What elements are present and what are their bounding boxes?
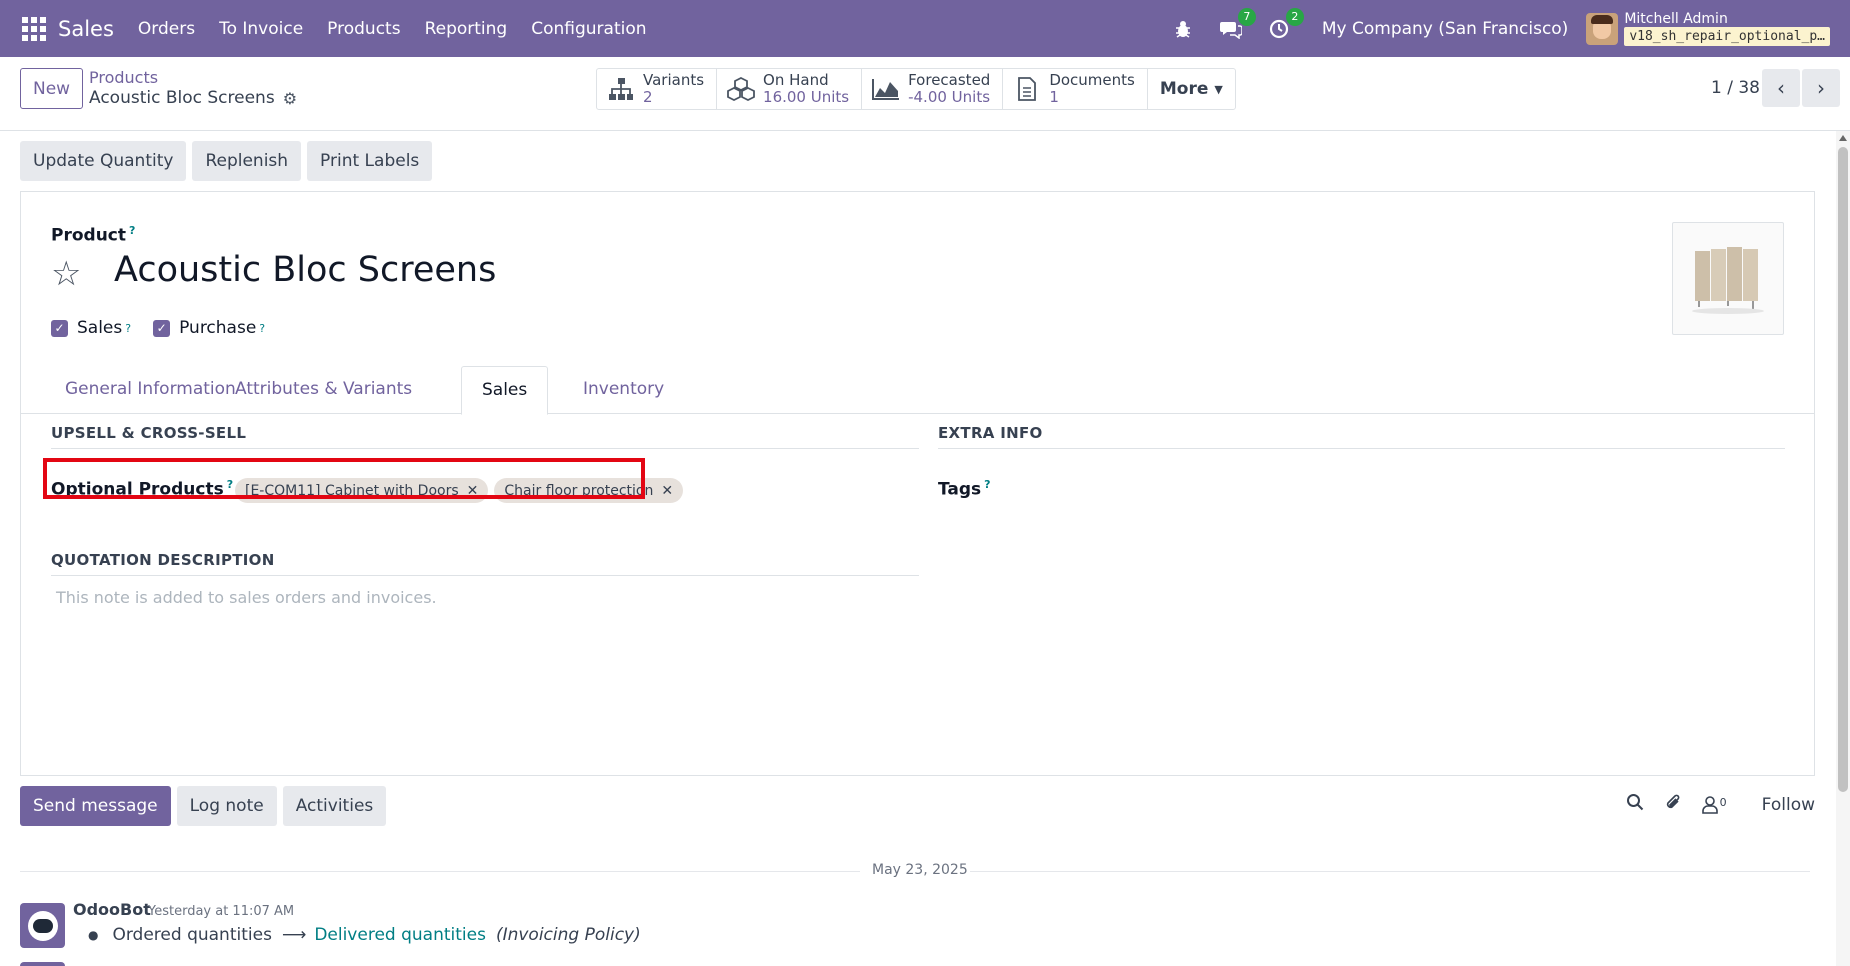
purchase-checkbox[interactable]: ✓ Purchase? xyxy=(153,318,265,338)
chevron-left-icon: ‹ xyxy=(1777,76,1785,100)
product-name-field[interactable]: Acoustic Bloc Screens xyxy=(114,250,496,290)
highlight-box xyxy=(43,458,645,499)
update-quantity-button[interactable]: Update Quantity xyxy=(20,141,187,181)
chatter-actions: Send message Log note Activities xyxy=(20,786,387,826)
followers-count: 0 xyxy=(1719,795,1727,809)
tab-inventory[interactable]: Inventory xyxy=(563,366,684,414)
odoobot-avatar[interactable] xyxy=(20,903,65,948)
product-label: Product? xyxy=(51,224,136,246)
pager-next-button[interactable]: › xyxy=(1802,69,1840,107)
old-value: Ordered quantities xyxy=(112,925,272,945)
user-menu[interactable]: Mitchell Admin v18_sh_repair_optional_p… xyxy=(1624,11,1830,46)
document-icon xyxy=(1013,76,1041,102)
forecasted-smart-button[interactable]: Forecasted -4.00 Units xyxy=(862,69,1004,109)
scroll-up-arrow[interactable] xyxy=(1839,135,1847,141)
top-navbar: Sales Orders To Invoice Products Reporti… xyxy=(0,0,1850,57)
variants-smart-button[interactable]: Variants 2 xyxy=(597,69,718,109)
form-sheet: Product? ☆ Acoustic Bloc Screens ✓ Sales… xyxy=(20,191,1815,776)
breadcrumb-products[interactable]: Products xyxy=(89,68,158,87)
company-switcher[interactable]: My Company (San Francisco) xyxy=(1322,19,1568,39)
next-message-avatar xyxy=(20,962,65,966)
gear-icon[interactable]: ⚙ xyxy=(283,89,297,108)
message-author[interactable]: OdooBot xyxy=(73,900,151,919)
help-icon: ? xyxy=(984,478,991,491)
help-icon: ? xyxy=(259,321,266,335)
new-button[interactable]: New xyxy=(20,68,84,109)
activity-clock-icon[interactable]: 2 xyxy=(1266,7,1304,42)
activity-badge: 2 xyxy=(1285,7,1304,26)
more-smart-buttons-dropdown[interactable]: More ▼ xyxy=(1148,69,1235,109)
help-icon: ? xyxy=(129,224,136,237)
replenish-button[interactable]: Replenish xyxy=(192,141,302,181)
header-actions: Update Quantity Replenish Print Labels xyxy=(20,141,433,181)
arrow-right-icon: ⟶ xyxy=(281,925,307,945)
remove-tag-icon[interactable]: ✕ xyxy=(661,483,673,499)
app-grid-icon[interactable] xyxy=(20,15,48,43)
chat-icon[interactable]: 7 xyxy=(1218,7,1256,42)
log-note-button[interactable]: Log note xyxy=(176,786,277,826)
tab-sales[interactable]: Sales xyxy=(461,366,549,415)
message-date: May 23, 2025 xyxy=(872,862,968,878)
send-message-button[interactable]: Send message xyxy=(20,786,171,826)
section-divider xyxy=(51,448,919,449)
new-value: Delivered quantities xyxy=(314,925,486,945)
user-avatar[interactable] xyxy=(1586,12,1619,45)
product-type-checkboxes: ✓ Sales? ✓ Purchase? xyxy=(51,318,287,338)
area-chart-icon xyxy=(872,76,900,102)
upsell-section-title: UPSELL & CROSS-SELL xyxy=(51,424,247,442)
debug-bug-icon[interactable] xyxy=(1170,16,1196,42)
notebook-tabs: General Information Attributes & Variant… xyxy=(21,366,1814,415)
check-icon: ✓ xyxy=(153,319,171,337)
activities-button[interactable]: Activities xyxy=(282,786,387,826)
help-icon: ? xyxy=(125,321,132,335)
bullet: ● xyxy=(88,928,99,942)
cubes-icon xyxy=(727,76,755,102)
product-image[interactable] xyxy=(1672,222,1784,335)
date-separator: May 23, 2025 xyxy=(20,862,1810,880)
print-labels-button[interactable]: Print Labels xyxy=(307,141,433,181)
app-brand[interactable]: Sales xyxy=(58,17,114,41)
chat-badge: 7 xyxy=(1237,7,1256,26)
tracking-change: ● Ordered quantities ⟶ Delivered quantit… xyxy=(88,925,641,945)
menu-configuration[interactable]: Configuration xyxy=(531,19,646,39)
sitemap-icon xyxy=(607,76,635,102)
quotation-description-field[interactable]: This note is added to sales orders and i… xyxy=(56,588,437,607)
section-divider xyxy=(938,448,1785,449)
tags-label: Tags? xyxy=(938,478,991,500)
caret-down-icon: ▼ xyxy=(1214,82,1223,96)
favorite-star-icon[interactable]: ☆ xyxy=(51,254,81,294)
menu-to-invoice[interactable]: To Invoice xyxy=(219,19,303,39)
chevron-right-icon: › xyxy=(1817,76,1825,100)
on-hand-smart-button[interactable]: On Hand 16.00 Units xyxy=(717,69,863,109)
database-name: v18_sh_repair_optional_p… xyxy=(1624,27,1830,46)
user-name: Mitchell Admin xyxy=(1624,11,1728,27)
tab-attributes-variants[interactable]: Attributes & Variants xyxy=(215,366,432,414)
chatter-toolbar: 0 Follow xyxy=(1626,792,1815,817)
pager-previous-button[interactable]: ‹ xyxy=(1762,69,1800,107)
menu-orders[interactable]: Orders xyxy=(138,19,195,39)
breadcrumb-current-label: Acoustic Bloc Screens xyxy=(89,88,275,108)
documents-smart-button[interactable]: Documents 1 xyxy=(1003,69,1148,109)
extra-info-section-title: EXTRA INFO xyxy=(938,424,1043,442)
user-icon xyxy=(1701,795,1718,814)
search-icon[interactable] xyxy=(1626,793,1644,816)
menu-products[interactable]: Products xyxy=(327,19,400,39)
menu-reporting[interactable]: Reporting xyxy=(425,19,508,39)
section-divider xyxy=(51,575,919,576)
quotation-section-title: QUOTATION DESCRIPTION xyxy=(51,551,275,569)
control-panel: New Products Acoustic Bloc Screens ⚙ Var… xyxy=(0,57,1850,131)
check-icon: ✓ xyxy=(51,319,68,337)
sales-checkbox[interactable]: ✓ Sales? xyxy=(51,318,131,338)
follow-button[interactable]: Follow xyxy=(1762,795,1815,815)
tracked-field-name: (Invoicing Policy) xyxy=(495,925,641,945)
paperclip-icon[interactable] xyxy=(1664,792,1682,817)
scrollbar-thumb[interactable] xyxy=(1838,147,1848,792)
pager-value[interactable]: 1 / 38 xyxy=(1711,78,1760,98)
breadcrumb-current: Acoustic Bloc Screens ⚙ xyxy=(89,88,297,108)
smart-buttons: Variants 2 On Hand 16.00 Units Forecaste… xyxy=(596,68,1236,110)
followers-button[interactable]: 0 xyxy=(1701,795,1727,814)
message-time: Yesterday at 11:07 AM xyxy=(148,904,295,919)
